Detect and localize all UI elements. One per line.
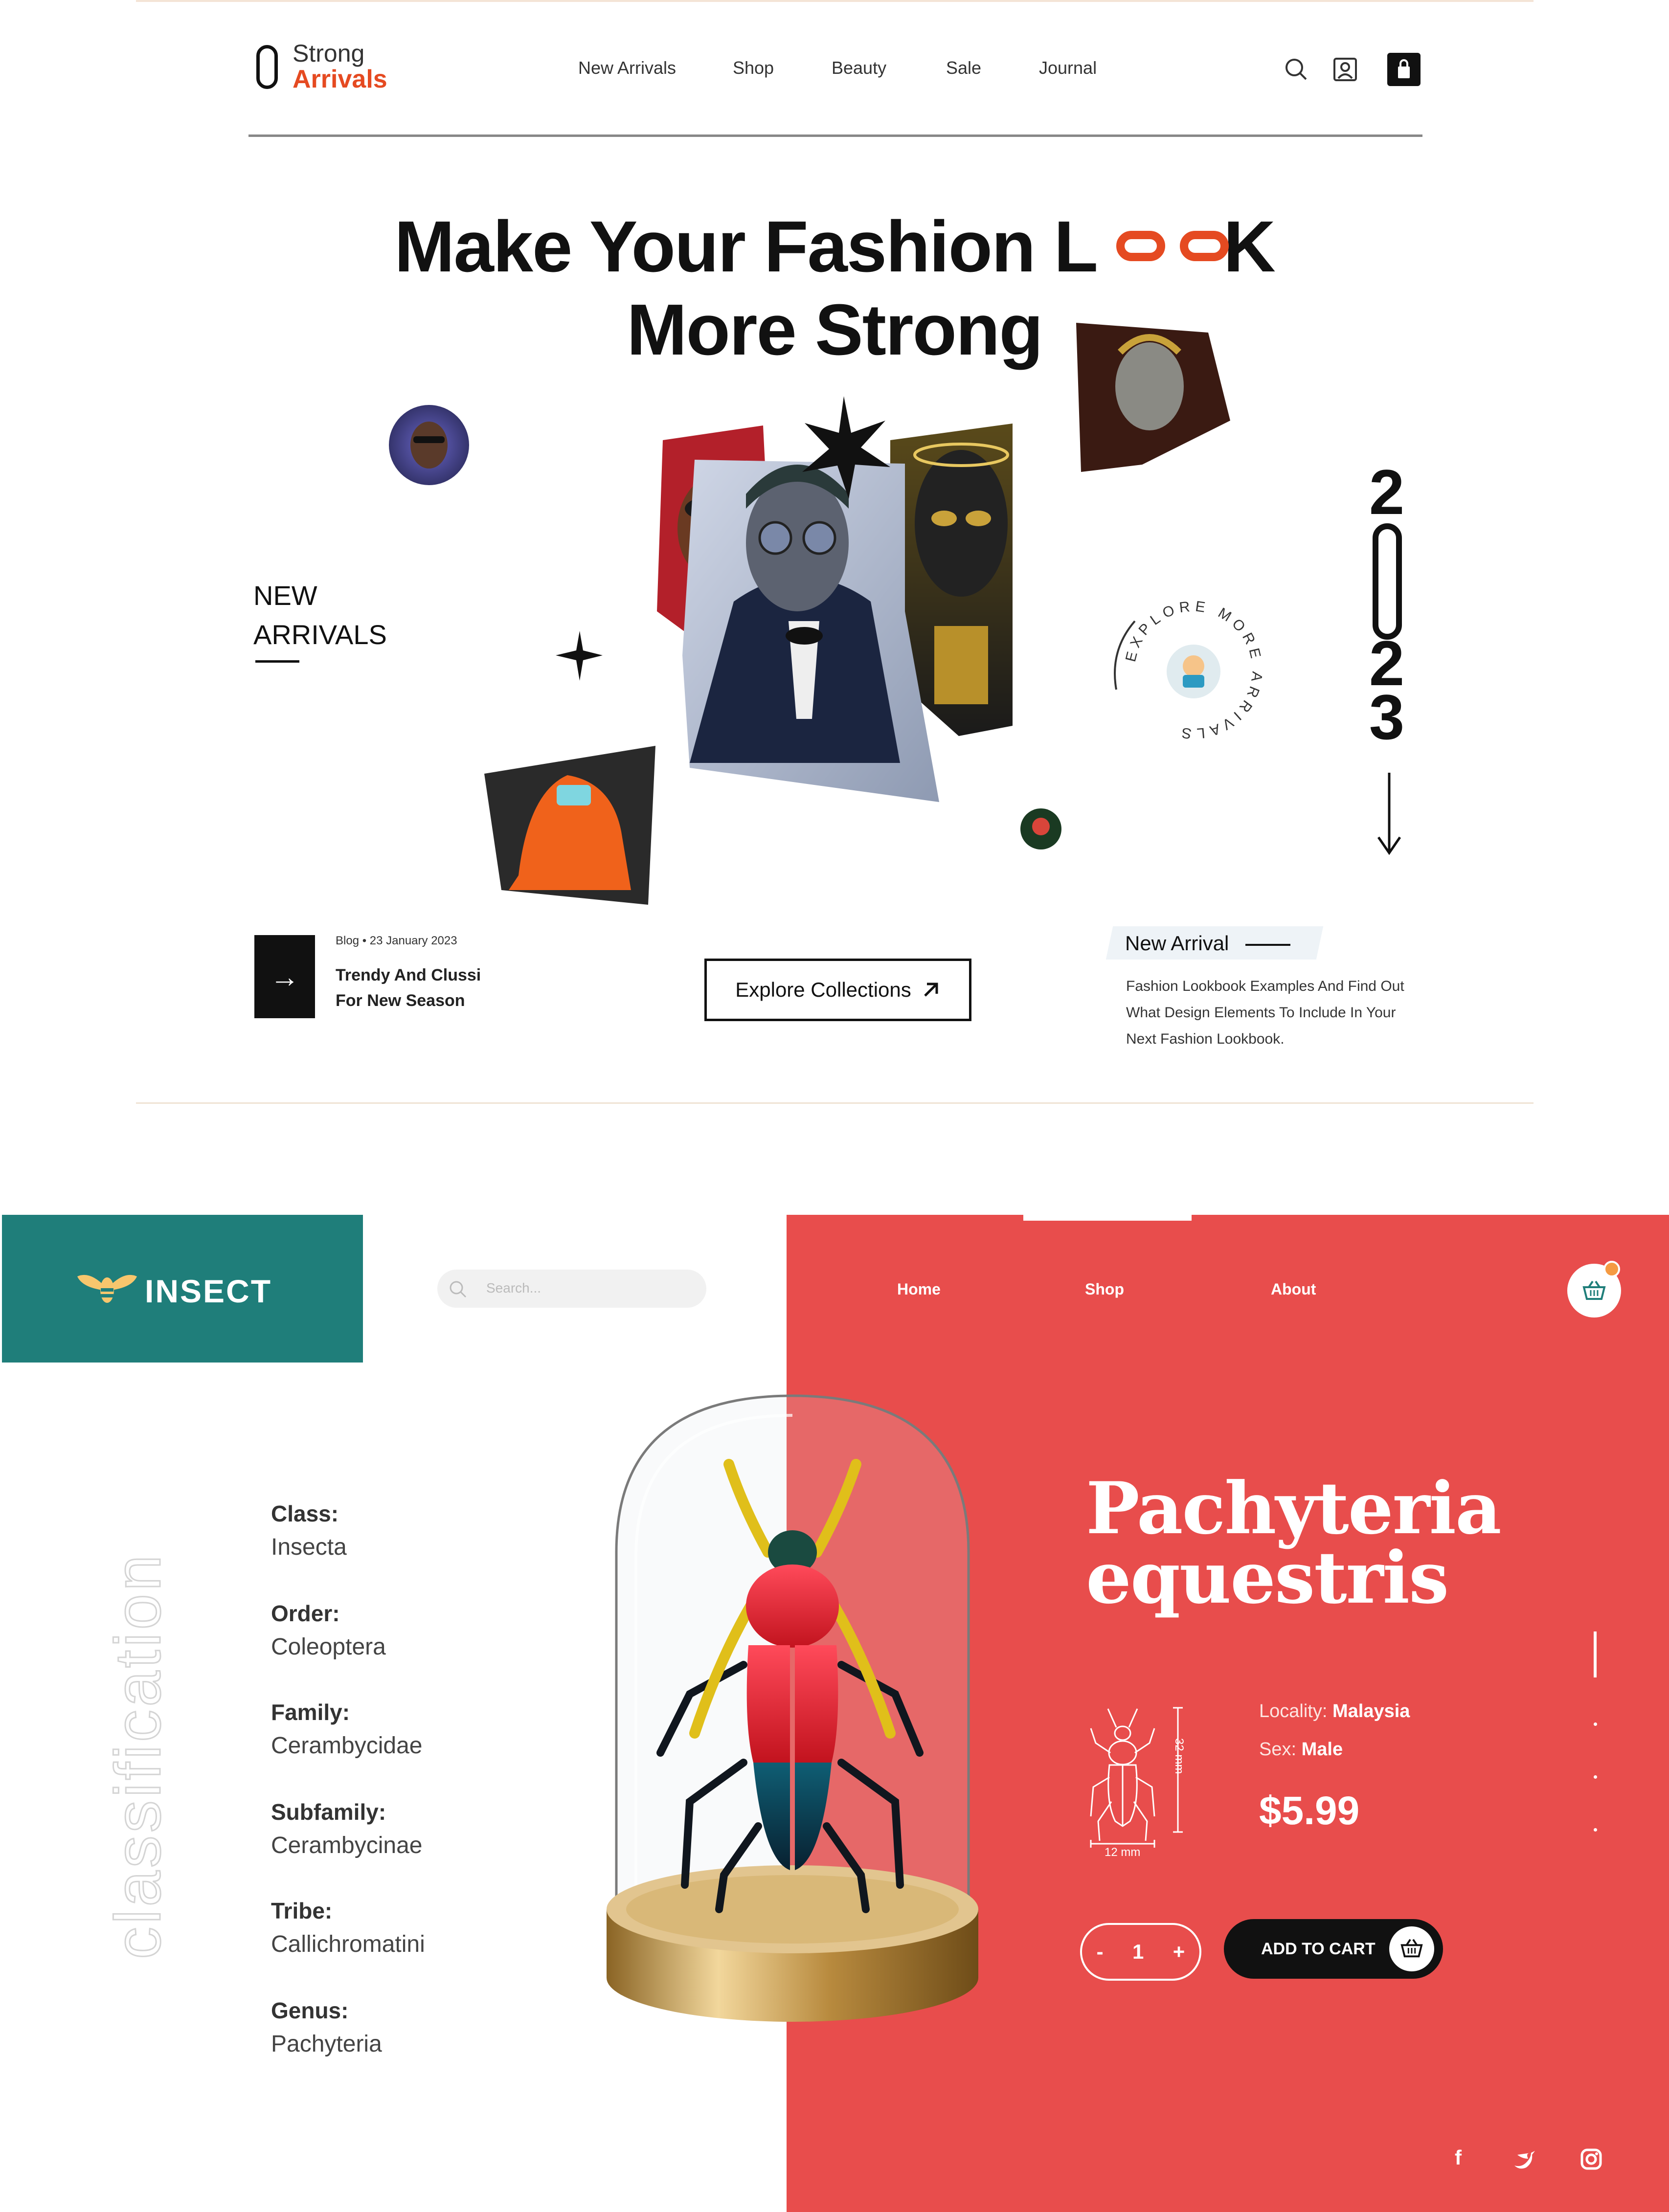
ape-avatar-circle — [389, 405, 469, 485]
search-icon — [450, 1281, 467, 1298]
blog-title[interactable]: Trendy And Clussi For New Season — [336, 962, 512, 1013]
taxonomy-value: Insecta — [271, 1534, 347, 1560]
insect-logo-block[interactable]: INSECT — [2, 1215, 363, 1363]
product-title: Pachyteria equestris — [1086, 1467, 1502, 1620]
explore-collections-button[interactable]: Explore Collections — [704, 959, 971, 1021]
slide-dot[interactable] — [1594, 1722, 1597, 1726]
slide-dot[interactable] — [1594, 1828, 1597, 1832]
new-arrival-description: Fashion Lookbook Examples And Find Out W… — [1126, 978, 1404, 1047]
new-arrivals-underline — [255, 660, 299, 663]
product-price: $5.99 — [1259, 1788, 1360, 1833]
arrow-up-right-icon — [924, 983, 938, 997]
explore-more-badge[interactable]: EXPLORE MORE ARRIVALS — [1114, 598, 1265, 742]
add-to-cart-label: ADD TO CART — [1261, 1939, 1376, 1958]
year-zero-mark — [1373, 523, 1402, 640]
beetle-outline-icon — [1090, 1707, 1183, 1848]
nav-home[interactable]: Home — [897, 1280, 941, 1298]
collage-hoodie-image — [484, 746, 655, 905]
new-arrival-title: New Arrival — [1125, 932, 1229, 955]
classification-vertical-label: classification — [101, 1551, 175, 1960]
instagram-icon[interactable] — [1578, 2146, 1604, 2172]
blog-arrow-button[interactable]: → — [254, 935, 315, 1018]
taxonomy-value: Cerambycidae — [271, 1733, 423, 1759]
locality-row: Locality: Malaysia — [1259, 1701, 1410, 1722]
beetle-dome-image — [607, 1394, 978, 2022]
twitter-icon[interactable] — [1511, 2146, 1538, 2172]
taxonomy-label: Subfamily: — [271, 1799, 386, 1825]
taxonomy-label: Family: — [271, 1699, 350, 1725]
taxonomy-label: Order: — [271, 1601, 340, 1626]
new-arrivals-word-1: NEW — [253, 580, 317, 611]
insect-page: INSECT Search... Home Shop About classif… — [0, 1215, 1669, 2212]
insect-logo-text: INSECT — [145, 1273, 272, 1309]
arrow-right-icon: → — [270, 960, 299, 993]
year-digit-1: 2 — [1369, 456, 1405, 528]
cart-notification-dot — [1603, 1261, 1620, 1277]
nav-shop[interactable]: Shop — [1085, 1280, 1124, 1298]
bottom-divider — [136, 1102, 1534, 1104]
search-placeholder: Search... — [486, 1280, 541, 1296]
locality-value: Malaysia — [1332, 1701, 1410, 1721]
product-title-line-2: equestris — [1086, 1536, 1449, 1620]
new-arrivals-word-2: ARRIVALS — [253, 619, 387, 650]
taxonomy-label: Class: — [271, 1501, 339, 1526]
sex-label: Sex: — [1259, 1739, 1302, 1760]
slide-dot[interactable] — [1594, 1775, 1597, 1779]
sex-row: Sex: Male — [1259, 1739, 1343, 1760]
quantity-value[interactable]: 1 — [1132, 1940, 1144, 1964]
quantity-stepper: - 1 + — [1080, 1923, 1201, 1981]
taxonomy-value: Cerambycinae — [271, 1832, 423, 1858]
new-arrival-dash — [1245, 944, 1290, 946]
add-to-cart-basket-icon — [1389, 1926, 1434, 1971]
top-tab-indicator — [1023, 1215, 1192, 1221]
year-digit-4: 3 — [1369, 681, 1405, 753]
hero-collage: EXPLORE MORE ARRIVALS — [389, 323, 1401, 905]
quantity-increase-button[interactable]: + — [1173, 1940, 1185, 1964]
search-field[interactable] — [437, 1270, 706, 1308]
bee-logo-icon — [77, 1274, 137, 1303]
sparkle-star-shape — [556, 631, 603, 681]
collage-main-portrait — [682, 460, 939, 802]
small-avatar-circle — [1020, 808, 1061, 849]
sex-value: Male — [1301, 1739, 1343, 1760]
product-title-line-1: Pachyteria — [1086, 1467, 1502, 1550]
fashion-page: Strong Arrivals New Arrivals Shop Beauty… — [0, 0, 1669, 1120]
locality-label: Locality: — [1259, 1701, 1332, 1721]
basket-icon — [1582, 1280, 1606, 1300]
quantity-decrease-button[interactable]: - — [1097, 1940, 1104, 1964]
taxonomy-value: Callichromatini — [271, 1931, 425, 1957]
new-arrivals-side-label: NEW ARRIVALS — [253, 576, 387, 654]
dimension-width: 12 mm — [1105, 1846, 1141, 1859]
scroll-down-arrow[interactable] — [1377, 773, 1401, 855]
taxonomy-label: Genus: — [271, 1998, 349, 2023]
nav-about[interactable]: About — [1271, 1280, 1316, 1298]
taxonomy-value: Pachyteria — [271, 2031, 382, 2057]
explore-collections-label: Explore Collections — [735, 978, 911, 1001]
blog-meta: Blog • 23 January 2023 — [336, 934, 457, 947]
dimension-length: 32 mm — [1173, 1738, 1186, 1774]
facebook-icon[interactable]: f — [1445, 2146, 1471, 2172]
taxonomy-label: Tribe: — [271, 1898, 333, 1923]
collage-statue-image — [1076, 323, 1230, 472]
slide-indicator-active[interactable] — [1594, 1631, 1597, 1677]
taxonomy-value: Coleoptera — [271, 1634, 386, 1660]
basket-icon — [1400, 1939, 1423, 1958]
